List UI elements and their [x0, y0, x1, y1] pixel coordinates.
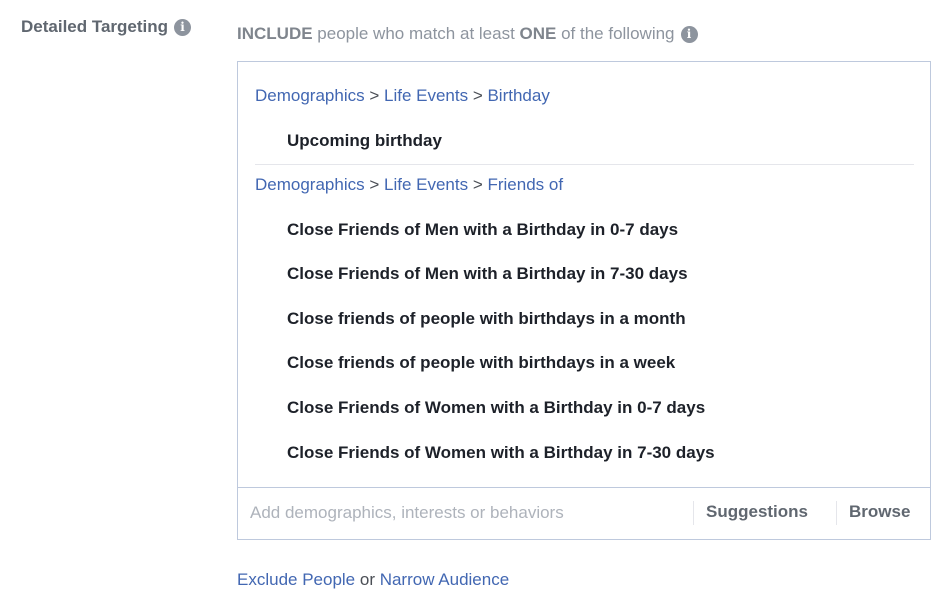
category-path-friends-of: Demographics > Life Events > Friends of	[255, 175, 563, 195]
include-middle: people who match at least	[312, 24, 520, 43]
detailed-targeting-title: Detailed Targeting	[21, 17, 169, 36]
targeting-item[interactable]: Close Friends of Men with a Birthday in …	[287, 264, 688, 284]
targeting-box: Demographics > Life Events > Birthday Up…	[237, 61, 931, 540]
include-suffix: of the following	[556, 24, 675, 43]
exclude-people-link[interactable]: Exclude People	[237, 570, 355, 589]
include-prefix: INCLUDE	[237, 24, 313, 43]
detailed-targeting-label: Detailed Targeting i	[21, 17, 192, 37]
path-separator: >	[468, 175, 488, 194]
footer-links: Exclude People or Narrow Audience	[237, 570, 509, 590]
targeting-item[interactable]: Close friends of people with birthdays i…	[287, 309, 686, 329]
separator	[693, 501, 694, 525]
suggestions-button[interactable]: Suggestions	[706, 502, 808, 522]
narrow-audience-link[interactable]: Narrow Audience	[380, 570, 509, 589]
path-separator: >	[364, 86, 384, 105]
include-heading: INCLUDE people who match at least ONE of…	[237, 24, 698, 44]
divider	[255, 164, 914, 165]
targeting-item[interactable]: Close Friends of Women with a Birthday i…	[287, 443, 715, 463]
search-input[interactable]: Add demographics, interests or behaviors	[250, 503, 564, 523]
info-icon[interactable]: i	[680, 25, 698, 43]
search-bar: Add demographics, interests or behaviors…	[238, 487, 930, 539]
or-text: or	[355, 570, 380, 589]
include-text: INCLUDE people who match at least ONE of…	[237, 24, 675, 44]
separator	[836, 501, 837, 525]
targeting-item[interactable]: Close Friends of Women with a Birthday i…	[287, 398, 705, 418]
path-link[interactable]: Friends of	[487, 175, 563, 194]
path-link[interactable]: Birthday	[487, 86, 549, 105]
path-separator: >	[468, 86, 488, 105]
browse-button[interactable]: Browse	[849, 502, 910, 522]
targeting-item[interactable]: Upcoming birthday	[287, 131, 442, 151]
path-link[interactable]: Life Events	[384, 86, 468, 105]
info-icon[interactable]: i	[174, 18, 192, 36]
path-link[interactable]: Demographics	[255, 175, 365, 194]
targeting-item[interactable]: Close Friends of Men with a Birthday in …	[287, 220, 678, 240]
category-path-birthday: Demographics > Life Events > Birthday	[255, 86, 550, 106]
path-link[interactable]: Demographics	[255, 86, 365, 105]
path-link[interactable]: Life Events	[384, 175, 468, 194]
targeting-item[interactable]: Close friends of people with birthdays i…	[287, 353, 675, 373]
include-emphasis: ONE	[519, 24, 557, 43]
path-separator: >	[364, 175, 384, 194]
